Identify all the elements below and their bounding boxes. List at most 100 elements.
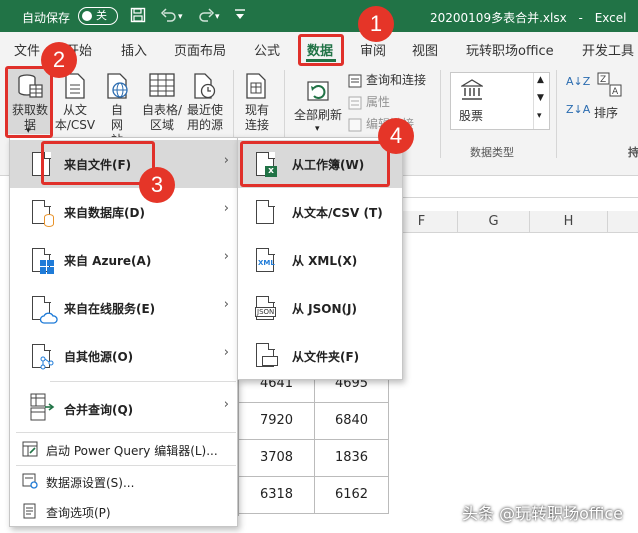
app-name: Excel xyxy=(594,11,627,25)
refresh-dropdown-icon: ▾ xyxy=(315,124,320,134)
folder-shape-icon xyxy=(262,356,278,366)
redo-dropdown-icon[interactable]: ▾ xyxy=(215,9,220,25)
customize-toolbar-icon[interactable] xyxy=(234,8,246,25)
table-cell[interactable]: 6162 xyxy=(315,477,389,514)
tab-formulas[interactable]: 公式 xyxy=(254,40,280,59)
network-icon xyxy=(40,356,54,373)
table-cell[interactable]: 6840 xyxy=(315,403,389,440)
table-cell[interactable]: 6318 xyxy=(239,477,315,514)
menu-item-launch-power-query[interactable]: 启动 Power Query 编辑器(L)... xyxy=(10,434,237,464)
sort-za-icon[interactable]: Z↓A xyxy=(566,104,590,116)
tab-custom-office[interactable]: 玩转职场office xyxy=(466,40,554,59)
undo-dropdown-icon[interactable]: ▾ xyxy=(178,9,183,25)
submenu-item-from-folder[interactable]: 从文件夹(F) xyxy=(238,332,402,378)
annotation-badge-1: 1 xyxy=(358,6,394,42)
data-type-scroll[interactable]: ▲ ▼ ▾ xyxy=(533,73,549,129)
more-icon[interactable]: ▾ xyxy=(537,111,542,121)
sort-button[interactable]: ZA 排序 xyxy=(594,68,626,130)
svg-text:Z: Z xyxy=(600,75,606,85)
refresh-all-label: 全部刷新 xyxy=(293,108,342,122)
submenu-arrow-icon: › xyxy=(223,345,229,360)
annotation-box-data-tab xyxy=(298,34,344,66)
ribbon-separator xyxy=(440,70,441,158)
tab-insert[interactable]: 插入 xyxy=(121,40,147,59)
text-file-icon xyxy=(64,73,86,102)
existing-connections-button[interactable]: 现有连接 xyxy=(238,68,276,134)
tab-review[interactable]: 审阅 xyxy=(360,40,386,59)
menu-item-label: 数据源设置(S)... xyxy=(46,476,135,490)
scroll-down-icon[interactable]: ▼ xyxy=(537,93,544,103)
query-options-icon xyxy=(22,503,38,522)
save-icon[interactable] xyxy=(130,7,146,26)
redo-icon[interactable] xyxy=(197,7,215,26)
menu-item-label: 查询选项(P) xyxy=(46,506,111,520)
submenu-arrow-icon: › xyxy=(223,397,229,412)
submenu-item-label: 从 JSON(J) xyxy=(292,302,357,316)
submenu-item-from-json[interactable]: JSON 从 JSON(J) xyxy=(238,284,402,332)
submenu-arrow-icon: › xyxy=(223,201,229,216)
annotation-badge-4: 4 xyxy=(378,118,414,154)
tab-file[interactable]: 文件 xyxy=(14,40,40,59)
menu-item-label: 来自数据库(D) xyxy=(64,206,145,220)
from-text-csv-label: 从文本/CSV xyxy=(54,103,96,132)
table-cell[interactable]: 7920 xyxy=(239,403,315,440)
menu-item-from-other-sources[interactable]: 自其他源(O) › xyxy=(10,332,237,380)
queries-connections-icon xyxy=(348,74,362,91)
ribbon-separator xyxy=(284,70,285,138)
undo-icon[interactable] xyxy=(160,7,178,26)
ribbon-separator xyxy=(233,70,234,138)
existing-connections-label: 现有连接 xyxy=(244,103,269,132)
title-bar: 自动保存 关 ▾ ▾ 20200109多表合并.xlsx - Excel xyxy=(0,0,638,32)
refresh-icon xyxy=(306,78,332,107)
bank-icon xyxy=(459,79,485,104)
refresh-all-button[interactable]: 全部刷新 ▾ xyxy=(290,68,346,134)
properties-label: 属性 xyxy=(366,95,391,109)
column-header-g[interactable]: G xyxy=(458,211,530,233)
from-table-button[interactable]: 自表格/区域 xyxy=(140,68,184,134)
recent-sources-icon xyxy=(193,73,217,102)
tab-page-layout[interactable]: 页面布局 xyxy=(174,40,226,59)
title-separator: - xyxy=(578,11,583,25)
toggle-state: 关 xyxy=(96,9,107,22)
menu-item-merge-queries[interactable]: 合并查询(Q) › xyxy=(10,383,237,431)
xml-icon-text: XML xyxy=(258,259,275,267)
filter-group-label: 持 xyxy=(628,146,638,159)
column-header-next xyxy=(608,211,638,233)
tab-view[interactable]: 视图 xyxy=(412,40,438,59)
menu-item-data-source-settings[interactable]: 数据源设置(S)... xyxy=(10,466,237,496)
menu-item-from-database[interactable]: 来自数据库(D) › xyxy=(10,188,237,236)
queries-connections-button[interactable]: 查询和连接 xyxy=(348,72,432,90)
from-web-button[interactable]: 自网站 xyxy=(100,68,134,147)
menu-item-query-options[interactable]: 查询选项(P) xyxy=(10,496,237,526)
database-cylinder-icon xyxy=(44,214,54,227)
table-cell[interactable]: 1836 xyxy=(315,440,389,477)
json-icon-text: JSON xyxy=(255,307,277,317)
table-cell[interactable]: 3708 xyxy=(239,440,315,477)
submenu-item-from-text-csv[interactable]: 从文本/CSV (T) xyxy=(238,188,402,236)
menu-item-from-azure[interactable]: 来自 Azure(A) › xyxy=(10,236,237,284)
menu-item-label: 合并查询(Q) xyxy=(64,403,134,417)
menu-divider xyxy=(16,432,236,433)
submenu-item-label: 从文件夹(F) xyxy=(292,350,360,364)
window-title: 20200109多表合并.xlsx - Excel xyxy=(430,9,626,26)
scroll-up-icon[interactable]: ▲ xyxy=(537,75,544,85)
submenu-arrow-icon: › xyxy=(223,249,229,264)
menu-item-from-online-service[interactable]: 来自在线服务(E) › xyxy=(10,284,237,332)
stocks-label: 股票 xyxy=(459,109,484,123)
autosave-toggle[interactable]: 关 xyxy=(78,7,118,25)
recent-sources-button[interactable]: 最近使用的源 xyxy=(184,68,226,134)
stocks-data-type[interactable]: 股票 ▲ ▼ ▾ xyxy=(450,72,550,130)
submenu-item-from-xml[interactable]: XML 从 XML(X) xyxy=(238,236,402,284)
annotation-badge-2: 2 xyxy=(41,42,77,78)
properties-icon xyxy=(348,96,362,113)
tab-developer[interactable]: 开发工具 xyxy=(582,40,634,59)
data-types-group-label: 数据类型 xyxy=(470,146,514,159)
ribbon-separator xyxy=(556,70,557,158)
annotation-badge-3: 3 xyxy=(139,167,175,203)
sort-az-icon[interactable]: A↓Z xyxy=(566,76,590,88)
column-header-h[interactable]: H xyxy=(530,211,608,233)
web-icon xyxy=(106,73,130,102)
recent-sources-label: 最近使用的源 xyxy=(186,103,223,132)
submenu-item-label: 从 XML(X) xyxy=(292,254,358,268)
properties-button[interactable]: 属性 xyxy=(348,94,408,112)
